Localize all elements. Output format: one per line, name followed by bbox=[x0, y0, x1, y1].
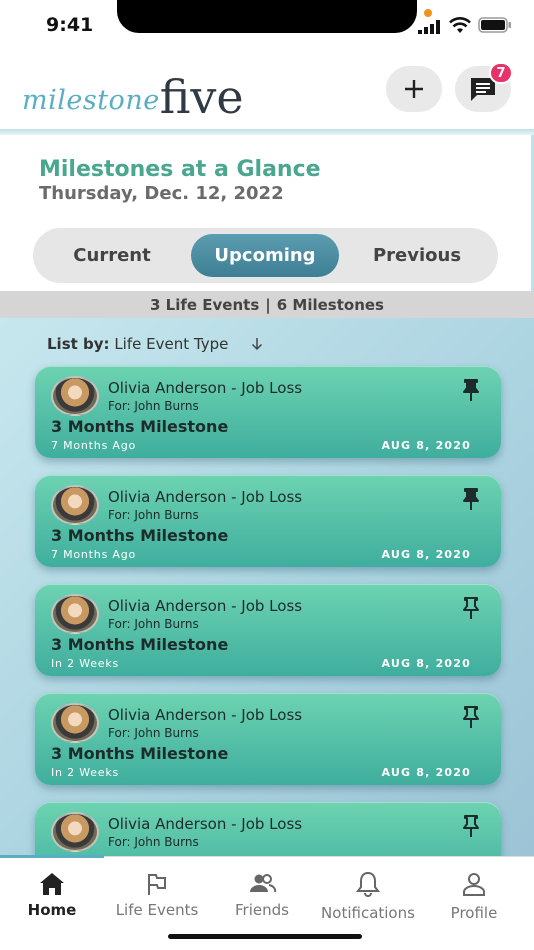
page-title: Milestones at a Glance bbox=[39, 157, 321, 182]
device-notch bbox=[117, 0, 417, 33]
tab-upcoming[interactable]: Upcoming bbox=[191, 234, 339, 277]
messages-button[interactable]: 7 bbox=[455, 62, 513, 112]
tab-profile[interactable]: Profile bbox=[422, 871, 526, 922]
glance-section: Milestones at a Glance Thursday, Dec. 12… bbox=[0, 135, 534, 291]
tab-home-label: Home bbox=[27, 901, 77, 919]
avatar bbox=[51, 703, 99, 743]
home-icon bbox=[40, 873, 64, 895]
active-tab-indicator bbox=[0, 855, 104, 858]
avatar bbox=[51, 376, 99, 416]
logo-text-milestone: milestone bbox=[22, 85, 160, 116]
avatar bbox=[51, 485, 99, 525]
avatar bbox=[51, 594, 99, 634]
sort-value: Life Event Type bbox=[114, 335, 229, 353]
add-button[interactable] bbox=[386, 66, 442, 112]
privacy-indicator-icon bbox=[424, 9, 432, 17]
pin-icon[interactable] bbox=[461, 378, 481, 402]
battery-icon bbox=[478, 17, 511, 33]
card-relative-time: 7 Months Ago bbox=[51, 439, 137, 452]
tab-friends-label: Friends bbox=[235, 901, 289, 919]
app-logo: milestone five bbox=[22, 64, 244, 120]
tab-life-events[interactable]: Life Events bbox=[105, 871, 209, 919]
milestone-card[interactable]: Olivia Anderson - Job Loss For: John Bur… bbox=[35, 802, 501, 858]
card-recipient: For: John Burns bbox=[108, 617, 199, 631]
card-recipient: For: John Burns bbox=[108, 508, 199, 522]
milestone-card[interactable]: Olivia Anderson - Job Loss For: John Bur… bbox=[35, 584, 501, 676]
plus-icon bbox=[405, 80, 423, 98]
sort-label: List by: bbox=[47, 335, 110, 353]
tab-previous[interactable]: Previous bbox=[357, 234, 477, 277]
milestones-count: 6 Milestones bbox=[276, 295, 384, 314]
page-date: Thursday, Dec. 12, 2022 bbox=[39, 183, 284, 204]
card-date: AUG 8, 2020 bbox=[381, 766, 471, 779]
card-recipient: For: John Burns bbox=[108, 726, 199, 740]
card-relative-time: In 2 Weeks bbox=[51, 766, 120, 779]
card-date: AUG 8, 2020 bbox=[381, 657, 471, 670]
pin-icon[interactable] bbox=[461, 814, 481, 838]
card-milestone: 3 Months Milestone bbox=[51, 744, 229, 763]
app-header: milestone five 7 bbox=[0, 50, 534, 130]
card-milestone: 3 Months Milestone bbox=[51, 635, 229, 654]
tab-current[interactable]: Current bbox=[53, 234, 171, 277]
friends-icon bbox=[250, 874, 277, 893]
card-relative-time: 7 Months Ago bbox=[51, 548, 137, 561]
signal-icon bbox=[418, 20, 440, 34]
tab-notifications[interactable]: Notifications bbox=[312, 871, 424, 922]
pin-icon[interactable] bbox=[461, 705, 481, 729]
milestone-list[interactable]: List by: Life Event Type Olivia Anderson… bbox=[0, 318, 534, 858]
tab-life-events-label: Life Events bbox=[115, 901, 199, 919]
tab-friends[interactable]: Friends bbox=[210, 871, 314, 919]
logo-text-five: five bbox=[159, 70, 244, 124]
life-events-count: 3 Life Events bbox=[150, 295, 260, 314]
card-date: AUG 8, 2020 bbox=[381, 548, 471, 561]
card-relative-time: In 2 Weeks bbox=[51, 657, 120, 670]
arrow-down-icon bbox=[252, 338, 263, 351]
card-date: AUG 8, 2020 bbox=[381, 439, 471, 452]
pin-icon[interactable] bbox=[461, 487, 481, 511]
segment-control: Current Upcoming Previous bbox=[33, 228, 498, 283]
summary-bar: 3 Life Events | 6 Milestones bbox=[0, 291, 534, 318]
milestone-card[interactable]: Olivia Anderson - Job Loss For: John Bur… bbox=[35, 693, 501, 785]
card-title: Olivia Anderson - Job Loss bbox=[108, 488, 303, 506]
status-time: 9:41 bbox=[46, 14, 94, 36]
card-recipient: For: John Burns bbox=[108, 399, 199, 413]
flag-icon bbox=[148, 874, 166, 895]
milestone-card[interactable]: Olivia Anderson - Job Loss For: John Bur… bbox=[35, 366, 501, 458]
wifi-icon bbox=[449, 17, 471, 33]
tab-home[interactable]: Home bbox=[0, 871, 104, 919]
card-recipient: For: John Burns bbox=[108, 835, 199, 849]
card-title: Olivia Anderson - Job Loss bbox=[108, 706, 303, 724]
card-title: Olivia Anderson - Job Loss bbox=[108, 815, 303, 833]
card-milestone: 3 Months Milestone bbox=[51, 526, 229, 545]
avatar bbox=[51, 812, 99, 852]
message-count-badge: 7 bbox=[489, 62, 513, 84]
summary-separator: | bbox=[265, 295, 271, 314]
card-title: Olivia Anderson - Job Loss bbox=[108, 379, 303, 397]
card-title: Olivia Anderson - Job Loss bbox=[108, 597, 303, 615]
tab-profile-label: Profile bbox=[450, 904, 498, 922]
sort-control[interactable]: List by: Life Event Type bbox=[47, 335, 263, 353]
profile-icon bbox=[463, 873, 485, 896]
tab-notifications-label: Notifications bbox=[321, 904, 415, 922]
pin-icon[interactable] bbox=[461, 596, 481, 620]
status-bar: 9:41 bbox=[0, 0, 534, 50]
card-milestone: 3 Months Milestone bbox=[51, 417, 229, 436]
milestone-card[interactable]: Olivia Anderson - Job Loss For: John Bur… bbox=[35, 475, 501, 567]
bell-icon bbox=[356, 871, 380, 897]
home-indicator bbox=[168, 934, 362, 939]
